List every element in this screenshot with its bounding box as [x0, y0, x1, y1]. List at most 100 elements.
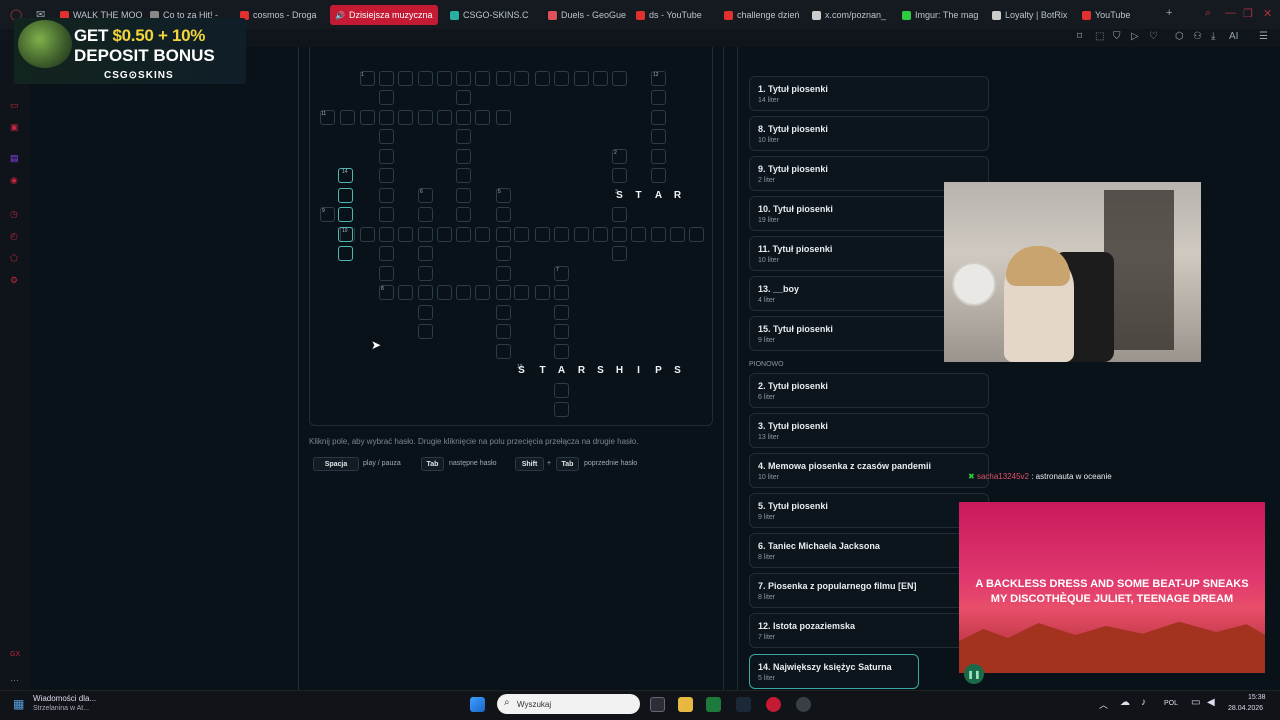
crossword-cell-letter[interactable]: I — [631, 363, 646, 378]
crossword-cell[interactable] — [475, 110, 490, 125]
start-button-icon[interactable] — [470, 697, 485, 712]
crossword-cell[interactable] — [612, 207, 627, 222]
crossword-cell[interactable] — [496, 110, 511, 125]
clue-down-item[interactable]: 4. Memowa piosenka z czasów pandemii 10 l… — [749, 453, 989, 488]
crossword-cell[interactable] — [574, 227, 589, 242]
crossword-cell[interactable] — [418, 285, 433, 300]
crossword-cell-letter[interactable]: T — [631, 188, 646, 203]
crossword-cell[interactable] — [535, 71, 550, 86]
search-tabs-icon[interactable]: ⌕ — [1205, 7, 1211, 20]
clock-date[interactable]: 28.04.2026 — [1228, 705, 1263, 712]
history-icon[interactable]: ◴ — [10, 231, 18, 242]
crossword-cell[interactable] — [379, 246, 394, 261]
crossword-cell-active[interactable] — [338, 207, 353, 222]
crossword-cell[interactable] — [554, 71, 569, 86]
crossword-cell-letter[interactable]: A — [554, 363, 569, 378]
crossword-cell[interactable] — [398, 110, 413, 125]
crossword-cell[interactable] — [418, 246, 433, 261]
tray-chevron-icon[interactable]: ︿ — [1099, 698, 1108, 711]
crossword-cell-letter[interactable]: P — [651, 363, 666, 378]
play-icon[interactable]: ▷ — [1131, 31, 1139, 42]
crossword-cell[interactable] — [651, 149, 666, 164]
download-icon[interactable]: ⤓ — [1211, 31, 1215, 42]
language-indicator[interactable]: POL — [1164, 700, 1178, 707]
snapshot-icon[interactable]: ⬚ — [1095, 31, 1104, 42]
crossword-cell[interactable] — [437, 110, 452, 125]
browser-tab[interactable]: Imgur: The mag — [902, 5, 984, 25]
tray-mic-icon[interactable]: ♪ — [1141, 697, 1146, 708]
crossword-cell[interactable] — [456, 168, 471, 183]
crossword-cell[interactable] — [379, 149, 394, 164]
crossword-cell[interactable] — [398, 227, 413, 242]
crossword-cell[interactable] — [398, 71, 413, 86]
crossword-cell[interactable] — [379, 207, 394, 222]
crossword-cell[interactable] — [456, 110, 471, 125]
extensions-sidebar-icon[interactable]: ⬠ — [10, 253, 18, 264]
crossword-cell-active[interactable] — [338, 188, 353, 203]
crossword-cell[interactable] — [456, 71, 471, 86]
crossword-cell[interactable] — [398, 285, 413, 300]
crossword-cell[interactable] — [496, 207, 511, 222]
crossword-cell[interactable] — [456, 129, 471, 144]
clue-down-item[interactable]: 6. Taniec Michaela Jacksona 8 liter — [749, 533, 989, 568]
crossword-cell[interactable] — [340, 110, 355, 125]
crossword-cell[interactable] — [418, 305, 433, 320]
crossword-cell[interactable] — [360, 110, 375, 125]
crossword-cell[interactable] — [535, 227, 550, 242]
crossword-cell[interactable] — [379, 188, 394, 203]
crossword-cell[interactable] — [475, 227, 490, 242]
crossword-cell[interactable] — [612, 71, 627, 86]
crossword-cell[interactable] — [651, 90, 666, 105]
settings-icon[interactable]: ⚙ — [10, 275, 18, 286]
crossword-cell[interactable] — [379, 129, 394, 144]
crossword-cell[interactable] — [437, 71, 452, 86]
crossword-cell[interactable] — [475, 285, 490, 300]
crossword-cell[interactable] — [593, 227, 608, 242]
player-icon[interactable]: ◉ — [10, 175, 18, 186]
gx-icon[interactable]: GX — [10, 651, 20, 658]
crossword-cell[interactable] — [456, 227, 471, 242]
crossword-cell[interactable] — [456, 149, 471, 164]
new-tab-button[interactable]: + — [1166, 7, 1172, 19]
news-widget-icon[interactable]: ▦ — [13, 697, 24, 711]
browser-tab[interactable]: YouTube — [1082, 5, 1142, 25]
opera-gx-taskbar-icon[interactable] — [766, 697, 781, 712]
clue-down-item[interactable]: 12. Istota pozaziemska 7 liter — [749, 613, 989, 648]
crossword-cell[interactable] — [418, 207, 433, 222]
browser-tab[interactable]: ds - YouTube — [636, 5, 718, 25]
crossword-cell[interactable] — [554, 305, 569, 320]
file-explorer-icon[interactable] — [678, 697, 693, 712]
crossword-cell[interactable] — [593, 71, 608, 86]
crossword-cell[interactable] — [514, 71, 529, 86]
heart-icon[interactable]: ♡ — [1149, 31, 1158, 42]
clue-down-item[interactable]: 14. Największy księżyc Saturna 5 liter — [749, 654, 919, 689]
twitch-icon[interactable]: ▤ — [10, 153, 19, 164]
menu-icon[interactable]: ☰ — [1259, 31, 1268, 42]
crossword-cell[interactable] — [496, 227, 511, 242]
crossword-cell[interactable] — [379, 90, 394, 105]
crossword-cell[interactable] — [418, 110, 433, 125]
crossword-cell[interactable] — [496, 71, 511, 86]
more-icon[interactable]: … — [10, 673, 19, 683]
crossword-cell[interactable] — [554, 227, 569, 242]
crossword-cell[interactable] — [379, 168, 394, 183]
browser-tab[interactable]: CSGO-SKINS.C — [450, 5, 538, 25]
crossword-cell[interactable] — [612, 168, 627, 183]
crossword-cell-active[interactable] — [338, 246, 353, 261]
crossword-cell[interactable] — [554, 383, 569, 398]
shield-icon[interactable]: ⛉ — [1113, 31, 1121, 42]
excel-icon[interactable] — [706, 697, 721, 712]
browser-tab[interactable]: cosmos - Droga — [240, 5, 322, 25]
browser-tab[interactable]: Duels - GeoGue — [548, 5, 630, 25]
crossword-cell[interactable] — [554, 285, 569, 300]
news-widget-title[interactable]: Wiadomości dla... — [33, 694, 96, 703]
crossword-cell[interactable] — [418, 227, 433, 242]
account-icon[interactable]: ⚇ — [1193, 31, 1202, 42]
crossword-cell-letter[interactable]: T — [535, 363, 550, 378]
minimize-icon[interactable]: — — [1225, 7, 1236, 19]
clue-down-item[interactable]: 5. Tytuł piosenki 9 liter — [749, 493, 989, 528]
crossword-cell[interactable] — [456, 188, 471, 203]
tray-cloud-icon[interactable]: ☁ — [1120, 697, 1130, 708]
instagram-icon[interactable]: ▣ — [10, 122, 19, 133]
crossword-cell[interactable] — [514, 285, 529, 300]
